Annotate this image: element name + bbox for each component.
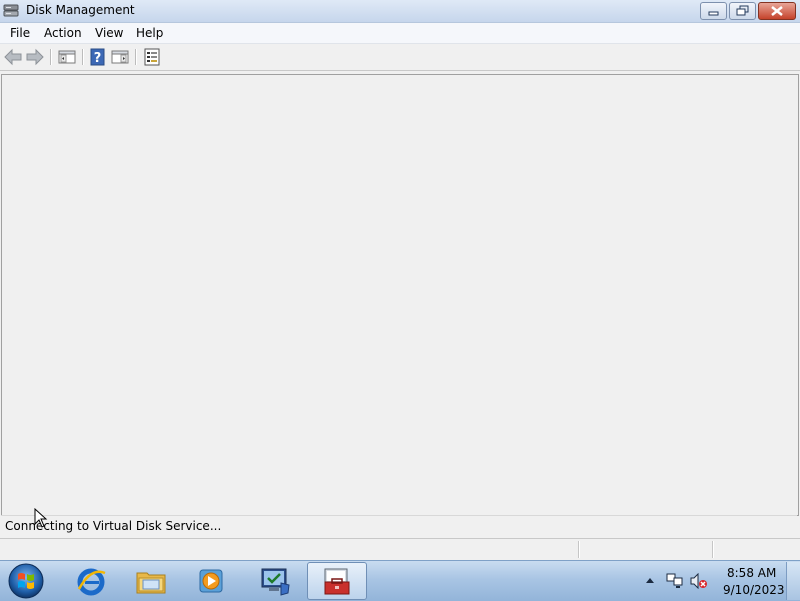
show-desktop-button[interactable] (786, 562, 800, 600)
show-hide-console-tree-icon[interactable] (57, 47, 77, 67)
clock-time[interactable]: 8:58 AM (727, 566, 776, 580)
toolbar-separator (50, 49, 52, 65)
taskbar-computer-management[interactable] (307, 562, 367, 600)
close-button[interactable] (758, 2, 796, 20)
computer-management-icon (324, 568, 350, 595)
status-bar-divider (712, 541, 714, 558)
windows-explorer-icon (136, 572, 166, 594)
taskbar: 8:58 AM 9/10/2023 (0, 560, 800, 601)
menu-file[interactable]: File (10, 26, 30, 40)
server-manager-icon (261, 568, 290, 596)
network-icon[interactable] (666, 573, 684, 589)
svg-text:?: ? (94, 51, 102, 66)
start-button[interactable] (6, 562, 46, 600)
title-bar[interactable]: Disk Management (0, 0, 800, 23)
back-arrow-icon[interactable] (3, 47, 23, 67)
help-icon[interactable]: ? (88, 47, 108, 67)
caption-buttons (698, 2, 796, 20)
minimize-button[interactable] (700, 2, 727, 20)
status-bar-divider (578, 541, 580, 558)
menu-help[interactable]: Help (136, 26, 163, 40)
taskbar-media-player[interactable] (182, 562, 240, 598)
minimize-icon (708, 11, 719, 16)
toolbar: ? (0, 44, 800, 71)
forward-arrow-icon[interactable] (25, 47, 45, 67)
close-icon (771, 6, 783, 16)
properties-icon[interactable] (142, 47, 162, 67)
status-bar (0, 538, 800, 560)
taskbar-windows-explorer[interactable] (122, 562, 180, 598)
menu-view[interactable]: View (95, 26, 123, 40)
disk-management-window: Disk Management File Action View Help ? … (0, 0, 800, 560)
volume-muted-icon[interactable] (690, 573, 708, 589)
menu-action[interactable]: Action (44, 26, 82, 40)
taskbar-internet-explorer[interactable] (62, 562, 120, 598)
show-hidden-icons-arrow[interactable] (645, 573, 655, 589)
disk-management-icon (3, 4, 19, 17)
toolbar-separator (135, 49, 137, 65)
clock-date[interactable]: 9/10/2023 (723, 583, 785, 597)
restore-icon (736, 5, 749, 16)
show-hide-action-pane-icon[interactable] (110, 47, 130, 67)
media-player-icon (199, 569, 223, 593)
toolbar-separator (82, 49, 84, 65)
taskbar-server-manager[interactable] (246, 562, 304, 598)
internet-explorer-icon (77, 568, 106, 596)
status-message-bar: Connecting to Virtual Disk Service... (1, 515, 797, 535)
window-title: Disk Management (26, 3, 135, 17)
menu-bar: File Action View Help (0, 23, 800, 44)
main-content-pane (1, 74, 799, 516)
mouse-cursor-icon (34, 508, 48, 528)
maximize-button[interactable] (729, 2, 756, 20)
